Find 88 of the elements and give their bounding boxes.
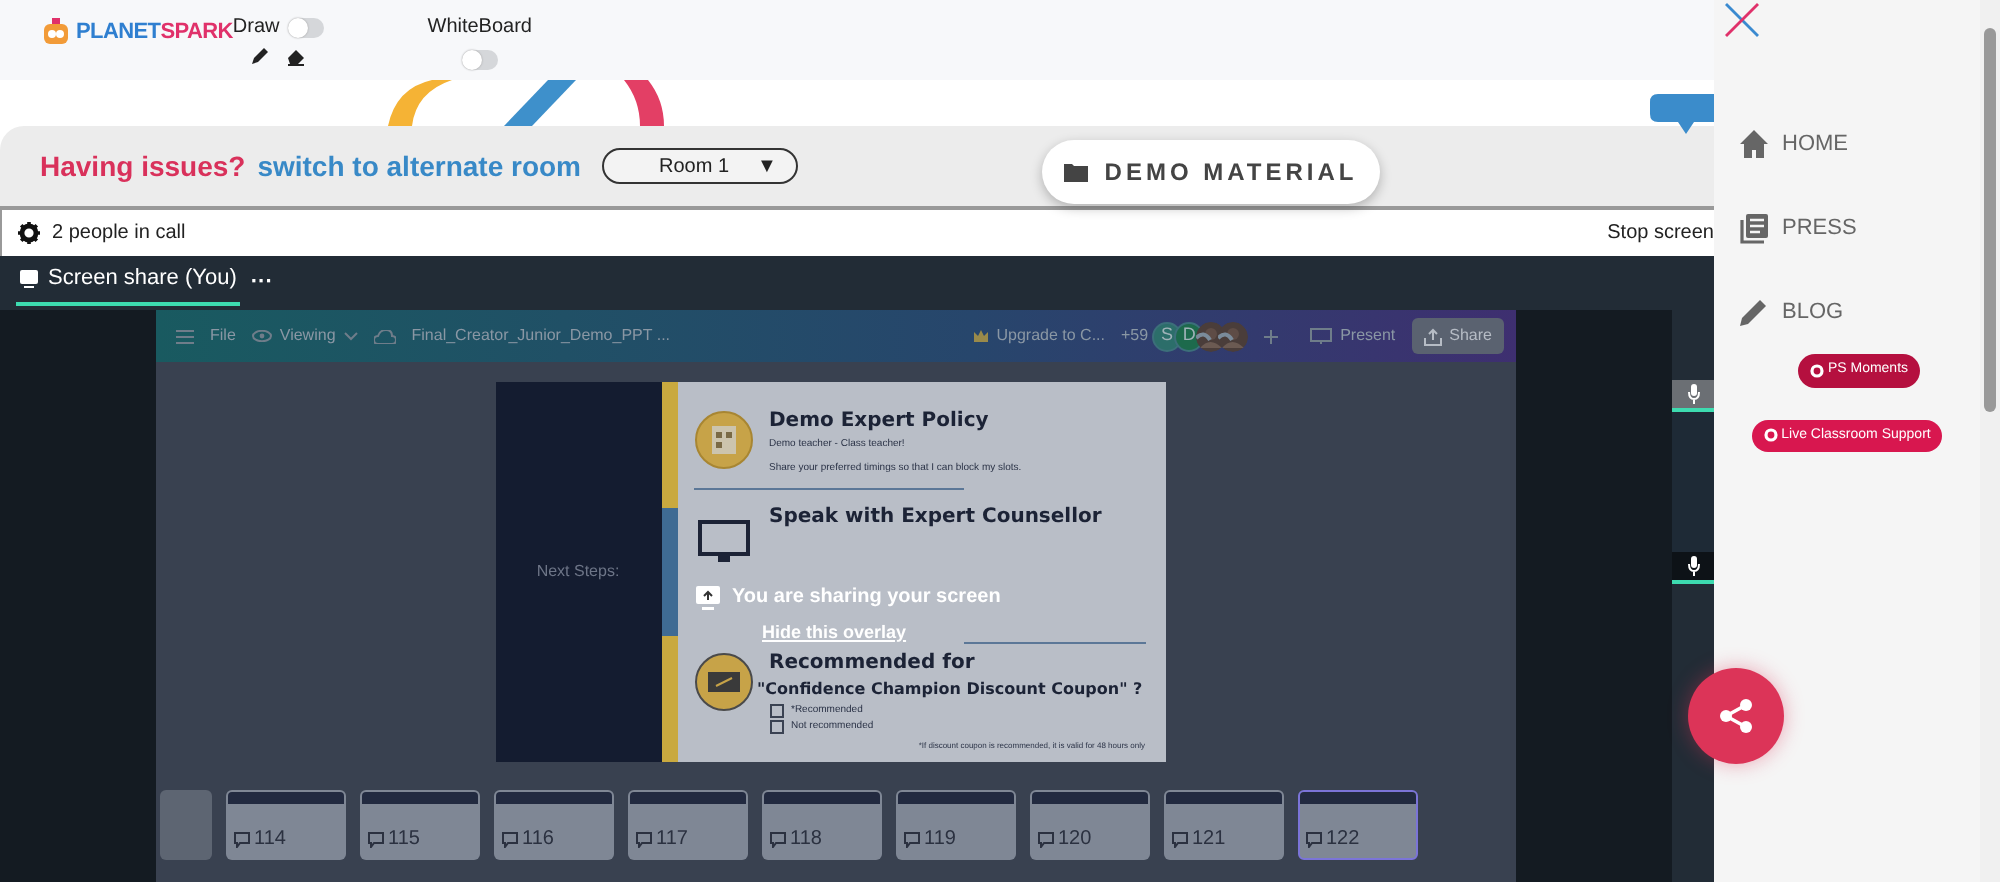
comment-icon — [502, 831, 518, 847]
comment-count: 116 — [502, 824, 554, 854]
nav-link[interactable]: PRESS — [1714, 186, 1980, 270]
comment-count: 115 — [368, 824, 420, 854]
demo-material-button[interactable]: DEMO MATERIAL — [1042, 140, 1380, 204]
slide-thumbnail[interactable]: 116 — [494, 790, 614, 860]
sharing-message: You are sharing your screen — [732, 584, 1001, 612]
settings-icon[interactable] — [18, 222, 40, 244]
section-title: Speak with Expert Counsellor — [769, 506, 1102, 530]
document-icon — [693, 410, 753, 470]
collaborator-count: +59 — [1120, 324, 1149, 348]
upload-icon — [1423, 327, 1442, 345]
toggle-switch[interactable] — [287, 17, 324, 37]
ticket-icon — [693, 652, 753, 712]
toggle-label: WhiteBoard — [427, 14, 532, 42]
eraser-icon[interactable] — [286, 46, 307, 66]
slide-thumbnail[interactable]: 121 — [1164, 790, 1284, 860]
slide-thumbnail[interactable]: 122 — [1298, 790, 1418, 860]
checkbox[interactable] — [769, 703, 783, 718]
slide-thumbnail[interactable]: 115 — [360, 790, 480, 860]
slide-thumbnail[interactable]: 119 — [896, 790, 1016, 860]
comment-count: 119 — [904, 824, 956, 854]
toggle-label: Draw — [232, 14, 280, 38]
eye-icon — [251, 330, 272, 342]
checkbox[interactable] — [769, 720, 783, 735]
comment-icon — [1172, 831, 1188, 847]
slide-thumbnail[interactable]: 118 — [762, 790, 882, 860]
lifebuoy-icon — [1763, 428, 1778, 443]
comment-icon — [1306, 831, 1322, 847]
comment-count: 121 — [1172, 824, 1226, 854]
share-icon — [1718, 698, 1754, 734]
comment-icon — [904, 831, 920, 847]
comment-icon — [368, 831, 384, 847]
comment-icon — [770, 831, 786, 847]
toggle-switch[interactable] — [461, 50, 498, 70]
nav-link[interactable]: BLOG — [1714, 270, 1980, 354]
comment-count: 120 — [1038, 824, 1092, 854]
slide-thumbnail[interactable] — [160, 790, 212, 860]
section-title: Demo Expert Policy — [769, 410, 991, 434]
add-icon[interactable] — [1264, 329, 1279, 343]
comment-count: 122 — [1306, 824, 1360, 854]
home-icon — [1738, 128, 1770, 160]
logo-text: PLANETSPARK — [76, 18, 233, 48]
comment-count: 118 — [770, 824, 822, 854]
newspaper-icon — [1738, 212, 1770, 244]
lifebuoy-icon — [1809, 363, 1824, 378]
slide-thumbnail[interactable]: 120 — [1030, 790, 1150, 860]
viewing-menu[interactable]: Viewing — [251, 324, 358, 348]
comment-count: 114 — [234, 824, 286, 854]
comment-count: 117 — [636, 824, 688, 854]
microphone-icon — [1687, 556, 1699, 576]
more-menu-button[interactable]: ··· — [250, 266, 273, 299]
nav-link[interactable]: HOME — [1714, 102, 1980, 186]
pencil-icon — [1738, 296, 1770, 328]
stop-screen-button[interactable]: Stop screen — [1607, 218, 1714, 248]
pencil-icon[interactable] — [250, 46, 271, 66]
slide-thumbnail[interactable]: 117 — [628, 790, 748, 860]
present-button[interactable]: Present — [1310, 324, 1396, 348]
upgrade-link[interactable]: Upgrade to C... — [974, 324, 1105, 348]
video-tile — [1672, 412, 1714, 552]
slide-thumbnail[interactable]: 114 — [226, 790, 346, 860]
file-menu[interactable]: File — [210, 324, 236, 348]
side-title: Next Steps: — [536, 560, 620, 584]
alternate-room-link[interactable]: switch to alternate room — [257, 145, 582, 187]
folder-icon — [1064, 162, 1089, 182]
section-title: Recommended for — [769, 652, 977, 676]
section-subtitle: "Confidence Champion Discount Coupon" ? — [757, 680, 1143, 700]
comment-icon — [234, 831, 250, 847]
close-icon[interactable] — [1724, 2, 1760, 38]
hide-overlay-link[interactable]: Hide this overlay — [762, 620, 907, 647]
screen-icon — [20, 270, 38, 288]
issue-prompt: Having issues? — [40, 147, 246, 186]
cloud-icon — [373, 329, 396, 343]
robot-logo-icon — [40, 16, 72, 49]
chat-bubble-icon — [1650, 94, 1714, 138]
crown-icon — [974, 330, 989, 342]
present-icon — [1310, 328, 1333, 344]
microphone-icon — [1687, 384, 1699, 404]
document-title: Final_Creator_Junior_Demo_PPT ... — [411, 324, 671, 348]
chevron-icon — [343, 331, 358, 341]
screen-share-tab[interactable]: Screen share (You) — [16, 256, 241, 306]
avatar: S — [1152, 321, 1183, 351]
comment-icon — [636, 831, 652, 847]
room-select[interactable]: Room 1 ▼ — [601, 148, 799, 184]
scrollbar[interactable] — [1980, 0, 2000, 882]
share-button[interactable]: Share — [1411, 318, 1504, 354]
participant-count: 2 people in call — [52, 220, 186, 248]
comment-icon — [1038, 831, 1054, 847]
